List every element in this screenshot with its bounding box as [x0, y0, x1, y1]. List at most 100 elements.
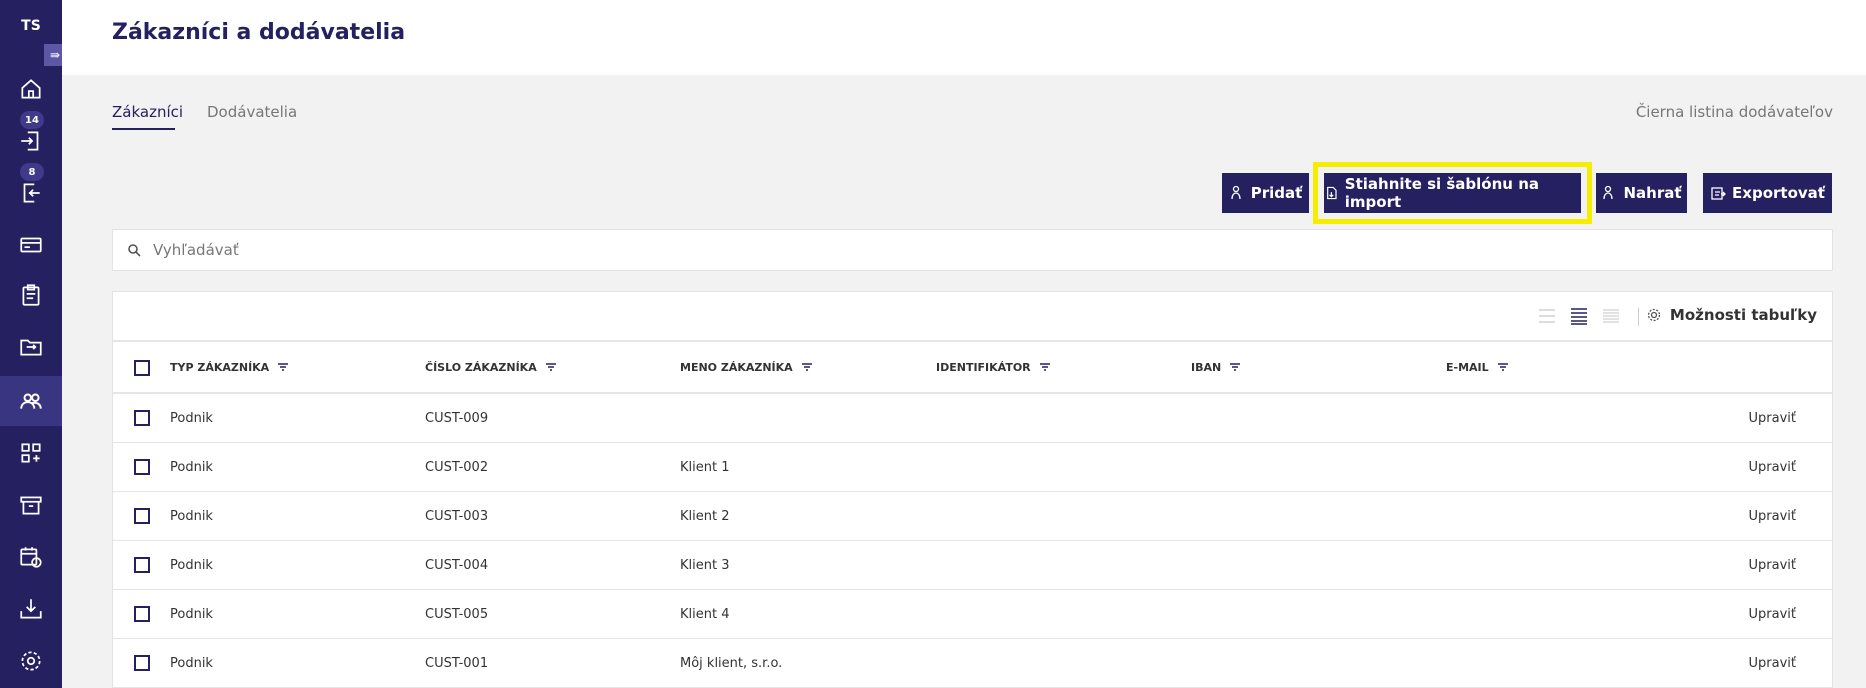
folder-transfer-icon — [20, 339, 42, 356]
inbox-in-icon — [21, 131, 39, 151]
edit-link[interactable]: Upraviť — [1749, 443, 1796, 491]
search-icon — [128, 244, 141, 257]
document-download-icon — [1327, 186, 1337, 200]
search-input[interactable] — [153, 241, 753, 259]
select-all-checkbox[interactable] — [134, 360, 150, 376]
tab-suppliers[interactable]: Dodávatelia — [207, 103, 297, 121]
row-checkbox[interactable] — [134, 606, 150, 622]
table-row[interactable]: Podnik CUST-009 Upraviť — [113, 394, 1832, 443]
table-header-row: TYP ZÁKAZNÍKA ČÍSLO ZÁKAZNÍKA MENO ZÁKAZ… — [113, 342, 1832, 394]
column-header-iban[interactable]: IBAN — [1191, 342, 1241, 392]
filter-icon[interactable] — [545, 362, 557, 372]
customers-table: Možnosti tabuľky TYP ZÁKAZNÍKA ČÍSLO ZÁK… — [112, 291, 1833, 688]
row-checkbox[interactable] — [134, 557, 150, 573]
cell-number: CUST-009 — [425, 410, 489, 426]
filter-icon[interactable] — [277, 362, 289, 372]
cell-name: Klient 3 — [680, 557, 730, 573]
nav-downloads[interactable] — [0, 584, 62, 634]
row-checkbox[interactable] — [134, 655, 150, 671]
nav-transfers[interactable] — [0, 322, 62, 372]
cell-name: Klient 2 — [680, 508, 730, 524]
page-title: Zákazníci a dodávatelia — [112, 20, 406, 45]
row-checkbox[interactable] — [134, 410, 150, 426]
table-row[interactable]: Podnik CUST-005 Klient 4 Upraviť — [113, 590, 1832, 639]
search-bar — [112, 229, 1833, 271]
nav-home[interactable] — [0, 64, 62, 114]
toolbar-divider — [1638, 308, 1639, 326]
active-tab-indicator — [112, 128, 175, 130]
calendar-refresh-icon — [20, 547, 42, 568]
table-row[interactable]: Podnik CUST-003 Klient 2 Upraviť — [113, 492, 1832, 541]
tab-customers[interactable]: Zákazníci — [112, 103, 183, 121]
download-template-label: Stiahnite si šablónu na import — [1344, 175, 1539, 211]
nav-clipboard[interactable] — [0, 270, 62, 320]
table-toolbar: Možnosti tabuľky — [113, 292, 1832, 342]
filter-icon[interactable] — [1497, 362, 1509, 372]
outbox-out-icon — [23, 183, 40, 203]
column-header-email[interactable]: E-MAIL — [1446, 342, 1509, 392]
cell-number: CUST-004 — [425, 557, 489, 573]
table-options-button[interactable]: Možnosti tabuľky — [1646, 306, 1817, 324]
filter-icon[interactable] — [1039, 362, 1051, 372]
nav-customers[interactable] — [0, 376, 62, 426]
cell-type: Podnik — [170, 410, 213, 426]
density-spacious-icon[interactable] — [1537, 307, 1557, 325]
nav-outgoing[interactable] — [0, 168, 62, 218]
cell-type: Podnik — [170, 557, 213, 573]
cell-type: Podnik — [170, 459, 213, 475]
edit-link[interactable]: Upraviť — [1749, 639, 1796, 687]
export-document-icon — [1711, 187, 1726, 200]
person-add-icon — [1231, 185, 1241, 200]
table-row[interactable]: Podnik CUST-002 Klient 1 Upraviť — [113, 443, 1832, 492]
cell-number: CUST-001 — [425, 655, 489, 671]
filter-icon[interactable] — [801, 362, 813, 372]
upload-button[interactable]: Nahrať — [1596, 173, 1687, 213]
cell-type: Podnik — [170, 508, 213, 524]
cell-number: CUST-005 — [425, 606, 489, 622]
nav-incoming[interactable] — [0, 116, 62, 166]
add-button[interactable]: Pridať — [1222, 173, 1309, 213]
density-compact-icon[interactable] — [1601, 307, 1621, 325]
edit-link[interactable]: Upraviť — [1749, 590, 1796, 638]
row-checkbox[interactable] — [134, 508, 150, 524]
cell-type: Podnik — [170, 655, 213, 671]
cell-number: CUST-003 — [425, 508, 489, 524]
nav-calendar[interactable] — [0, 532, 62, 582]
nav-archive[interactable] — [0, 480, 62, 530]
upload-button-label: Nahrať — [1623, 184, 1682, 202]
sidebar: TS ⇛ 14 8 — [0, 0, 66, 688]
archive-icon — [20, 496, 42, 515]
users-icon — [20, 393, 42, 409]
column-header-number[interactable]: ČÍSLO ZÁKAZNÍKA — [425, 342, 557, 392]
nav-payments[interactable] — [0, 220, 62, 270]
table-row[interactable]: Podnik CUST-001 Môj klient, s.r.o. Uprav… — [113, 639, 1832, 688]
density-normal-icon[interactable] — [1569, 307, 1589, 325]
supplier-blacklist-link[interactable]: Čierna listina dodávateľov — [1636, 103, 1833, 121]
gear-icon — [1647, 308, 1661, 322]
cell-name: Klient 1 — [680, 459, 730, 475]
export-button[interactable]: Exportovať — [1703, 173, 1832, 213]
add-button-label: Pridať — [1250, 184, 1303, 202]
column-header-identifier[interactable]: IDENTIFIKÁTOR — [936, 342, 1051, 392]
cell-name: Klient 4 — [680, 606, 730, 622]
table-options-label: Možnosti tabuľky — [1669, 306, 1817, 324]
cell-name: Môj klient, s.r.o. — [680, 655, 783, 671]
download-template-button[interactable]: Stiahnite si šablónu na import — [1324, 173, 1581, 213]
nav-settings[interactable] — [0, 636, 62, 686]
column-header-name[interactable]: MENO ZÁKAZNÍKA — [680, 342, 813, 392]
credit-card-icon — [20, 237, 42, 253]
filter-icon[interactable] — [1229, 362, 1241, 372]
row-checkbox[interactable] — [134, 459, 150, 475]
nav-apps[interactable] — [0, 428, 62, 478]
person-upload-icon — [1603, 185, 1614, 200]
table-row[interactable]: Podnik CUST-004 Klient 3 Upraviť — [113, 541, 1832, 590]
edit-link[interactable]: Upraviť — [1749, 492, 1796, 540]
page-header: Zákazníci a dodávatelia — [62, 0, 1866, 75]
edit-link[interactable]: Upraviť — [1749, 541, 1796, 589]
clipboard-icon — [22, 284, 40, 306]
export-button-label: Exportovať — [1732, 184, 1825, 202]
edit-link[interactable]: Upraviť — [1749, 394, 1796, 442]
download-tray-icon — [20, 599, 42, 619]
cell-type: Podnik — [170, 606, 213, 622]
column-header-type[interactable]: TYP ZÁKAZNÍKA — [170, 342, 289, 392]
